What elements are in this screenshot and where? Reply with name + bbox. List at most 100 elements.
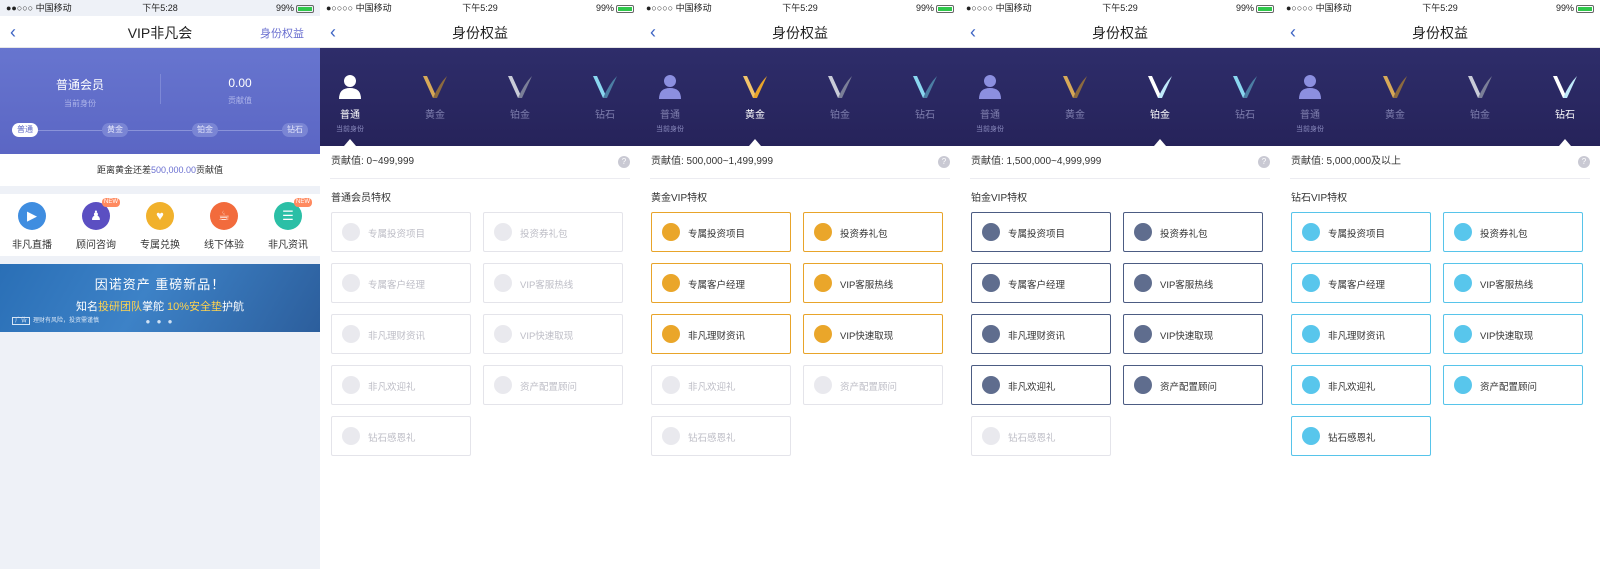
tier-tab-normal[interactable]: 普通 当前身份 xyxy=(1280,72,1340,134)
privilege-label: 钻石感恩礼 xyxy=(1328,433,1376,444)
privilege-label: 专属投资项目 xyxy=(688,229,746,240)
news-icon: ☰ NEW xyxy=(274,198,312,230)
privilege-card[interactable]: 非凡理财资讯 xyxy=(331,314,471,354)
privilege-label: 专属客户经理 xyxy=(688,280,746,291)
tier-tab-platinum[interactable]: 铂金 xyxy=(1130,72,1190,121)
tier-tab-diamond[interactable]: 钻石 xyxy=(575,72,635,121)
active-tier-indicator xyxy=(1559,139,1571,146)
privilege-card[interactable]: 资产配置顾问 xyxy=(483,365,623,405)
privilege-card[interactable]: 投资券礼包 xyxy=(803,212,943,252)
privilege-card[interactable]: 钻石感恩礼 xyxy=(971,416,1111,456)
privilege-card[interactable]: 专属客户经理 xyxy=(651,263,791,303)
privilege-card[interactable]: 非凡欢迎礼 xyxy=(1291,365,1431,405)
page-title: 身份权益 xyxy=(772,25,828,41)
tier-tab-gold[interactable]: 黄金 xyxy=(1045,72,1105,121)
privilege-card[interactable]: VIP客服热线 xyxy=(803,263,943,303)
manager-icon xyxy=(662,274,680,292)
person-icon xyxy=(336,72,364,100)
current-identity-label: 当前身份 xyxy=(976,126,1004,133)
privilege-card[interactable]: VIP快速取现 xyxy=(483,314,623,354)
privilege-card[interactable]: VIP客服热线 xyxy=(1443,263,1583,303)
current-identity-label: 当前身份 xyxy=(656,126,684,133)
tier-name: 黄金 xyxy=(1385,110,1405,121)
active-tier-indicator xyxy=(344,139,356,146)
tier-tab-platinum[interactable]: 铂金 xyxy=(810,72,870,121)
tier-tab-normal[interactable]: 普通 当前身份 xyxy=(640,72,700,134)
privilege-card[interactable]: 专属投资项目 xyxy=(1291,212,1431,252)
privilege-card[interactable]: 投资券礼包 xyxy=(483,212,623,252)
help-icon[interactable]: ? xyxy=(1258,156,1270,168)
nav-bar: ‹ 身份权益 xyxy=(960,16,1280,48)
tier-tab-gold[interactable]: 黄金 xyxy=(725,72,785,121)
privilege-card[interactable]: 投资券礼包 xyxy=(1443,212,1583,252)
privilege-card[interactable]: 资产配置顾问 xyxy=(1443,365,1583,405)
help-icon[interactable]: ? xyxy=(618,156,630,168)
privilege-card[interactable]: 非凡欢迎礼 xyxy=(651,365,791,405)
news-icon xyxy=(1302,325,1320,343)
quick-item-offline[interactable]: ☕ 线下体验 xyxy=(192,202,256,251)
new-badge: NEW xyxy=(102,198,120,207)
tier-tab-gold[interactable]: 黄金 xyxy=(1365,72,1425,121)
tier-selector: 普通 当前身份 黄金 铂金 钻石 xyxy=(320,48,640,146)
privilege-card[interactable]: 专属客户经理 xyxy=(1291,263,1431,303)
privilege-card[interactable]: VIP快速取现 xyxy=(1443,314,1583,354)
privilege-card[interactable]: VIP快速取现 xyxy=(1123,314,1263,354)
privilege-label: 非凡理财资讯 xyxy=(1328,331,1386,342)
tier-tab-platinum[interactable]: 铂金 xyxy=(490,72,550,121)
tier-tab-normal[interactable]: 普通 当前身份 xyxy=(960,72,1020,134)
privilege-card[interactable]: 钻石感恩礼 xyxy=(331,416,471,456)
manager-icon xyxy=(982,274,1000,292)
diamond-v-icon xyxy=(591,72,619,100)
active-tier-indicator xyxy=(749,139,761,146)
privilege-card[interactable]: 专属投资项目 xyxy=(651,212,791,252)
wallet-icon xyxy=(814,325,832,343)
privilege-card[interactable]: 非凡欢迎礼 xyxy=(331,365,471,405)
diamond-v-icon xyxy=(1231,72,1259,100)
privilege-card[interactable]: 资产配置顾问 xyxy=(1123,365,1263,405)
current-identity-label: 当前身份 xyxy=(1296,126,1324,133)
privilege-card[interactable]: 专属客户经理 xyxy=(331,263,471,303)
quick-entry-row: ▶ 非凡直播 ♟ NEW 顾问咨询 ♥ 专属兑换 ☕ 线下体验 ☰ NEW 非凡资讯 xyxy=(0,194,320,256)
privilege-card[interactable]: VIP客服热线 xyxy=(483,263,623,303)
privilege-card[interactable]: 非凡欢迎礼 xyxy=(971,365,1111,405)
gift-box-icon xyxy=(1302,376,1320,394)
privilege-card[interactable]: 非凡理财资讯 xyxy=(1291,314,1431,354)
news-icon xyxy=(662,325,680,343)
tier-tab-diamond[interactable]: 钻石 xyxy=(1215,72,1275,121)
hotline-icon xyxy=(494,274,512,292)
privilege-card[interactable]: VIP快速取现 xyxy=(803,314,943,354)
active-tier-indicator xyxy=(1154,139,1166,146)
privilege-card[interactable]: 专属客户经理 xyxy=(971,263,1111,303)
tier-tab-normal[interactable]: 普通 当前身份 xyxy=(320,72,380,134)
privilege-card[interactable]: 钻石感恩礼 xyxy=(651,416,791,456)
tier-tab-diamond[interactable]: 钻石 xyxy=(1535,72,1595,121)
privilege-card[interactable]: 非凡理财资讯 xyxy=(651,314,791,354)
privilege-card[interactable]: 非凡理财资讯 xyxy=(971,314,1111,354)
tier-pill-diamond: 钻石 xyxy=(282,123,308,137)
privilege-label: VIP快速取现 xyxy=(520,331,574,342)
privilege-card[interactable]: 资产配置顾问 xyxy=(803,365,943,405)
privilege-card[interactable]: VIP客服热线 xyxy=(1123,263,1263,303)
member-points: 0.00 贡献值 xyxy=(228,76,252,105)
tier-name: 钻石 xyxy=(915,110,935,121)
project-icon xyxy=(982,223,1000,241)
quick-item-exchange[interactable]: ♥ 专属兑换 xyxy=(128,202,192,251)
identity-benefits-link[interactable]: 身份权益 xyxy=(260,25,304,41)
promo-banner[interactable]: 因诺资产 重磅新品！ 知名投研团队掌舵 10%安全垫护航 广告 理财有风险，投资需… xyxy=(0,264,320,332)
diamond-icon xyxy=(662,427,680,445)
tier-selector: 普通 当前身份 黄金 铂金 钻石 xyxy=(960,48,1280,146)
privilege-card[interactable]: 钻石感恩礼 xyxy=(1291,416,1431,456)
privilege-card[interactable]: 投资券礼包 xyxy=(1123,212,1263,252)
diamond-v-icon xyxy=(1551,72,1579,100)
help-icon[interactable]: ? xyxy=(1578,156,1590,168)
tier-tab-diamond[interactable]: 钻石 xyxy=(895,72,955,121)
tier-tab-gold[interactable]: 黄金 xyxy=(405,72,465,121)
privilege-card[interactable]: 专属投资项目 xyxy=(331,212,471,252)
quick-item-news[interactable]: ☰ NEW 非凡资讯 xyxy=(256,198,320,251)
help-icon[interactable]: ? xyxy=(938,156,950,168)
quick-item-live[interactable]: ▶ 非凡直播 xyxy=(0,202,64,251)
tier-name: 普通 xyxy=(980,110,1000,121)
tier-tab-platinum[interactable]: 铂金 xyxy=(1450,72,1510,121)
privilege-card[interactable]: 专属投资项目 xyxy=(971,212,1111,252)
quick-item-advisor[interactable]: ♟ NEW 顾问咨询 xyxy=(64,198,128,251)
